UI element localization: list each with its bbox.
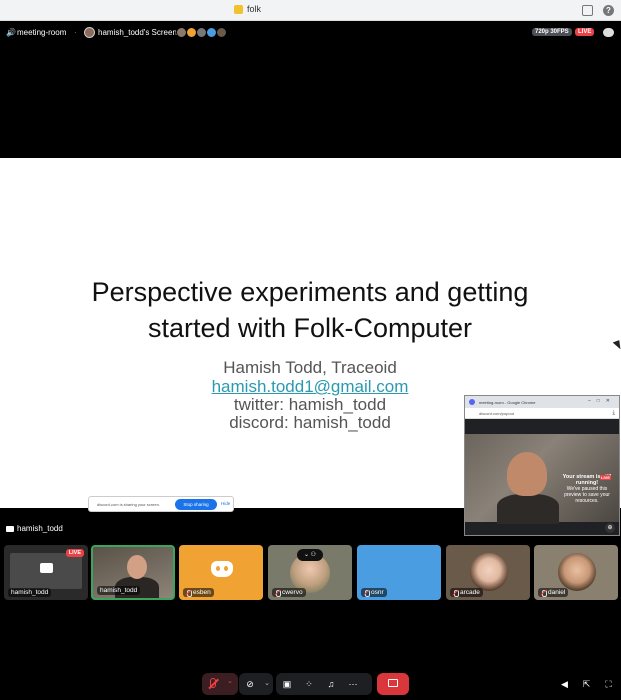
participant-tile-arcade[interactable]: arcade — [446, 545, 530, 600]
slide-email-link: hamish.todd1@gmail.com — [211, 377, 409, 396]
popout-live-badge: LIVE — [600, 475, 611, 480]
mic-muted-icon — [453, 589, 459, 597]
tile-name: hamish_todd — [97, 586, 141, 595]
folk-app-icon — [234, 4, 243, 14]
participant-tile-cwervo[interactable]: ⌄ ⚇ cwervo — [268, 545, 352, 600]
tile-name: esben — [183, 588, 214, 597]
participant-tile-hamish[interactable]: hamish_todd — [91, 545, 175, 600]
help-icon[interactable]: ? — [603, 5, 614, 16]
window-title: folk — [234, 4, 261, 14]
share-notice-text: discord.com is sharing your screen. — [97, 501, 160, 507]
slide-twitter: twitter: hamish_todd — [233, 395, 387, 414]
tile-name-text: hamish_todd — [11, 589, 49, 596]
viewer-avatars[interactable] — [176, 27, 227, 38]
end-stream-icon — [388, 679, 398, 687]
participant-tile-osnr[interactable]: osnr — [357, 545, 441, 600]
camera-options-caret[interactable]: ⌄ — [261, 673, 273, 695]
person-face — [507, 452, 547, 496]
popout-url: discord.com/popout — [479, 410, 514, 416]
participant-tile-daniel[interactable]: daniel — [534, 545, 618, 600]
mouse-cursor-icon — [612, 340, 621, 351]
mic-muted-icon — [541, 589, 547, 597]
slide-discord: discord: hamish_todd — [229, 413, 391, 432]
popout-stream-preview: Your stream is still running! We've paus… — [465, 434, 619, 524]
avatar — [558, 553, 596, 591]
speaker-icon: 🔊 — [6, 28, 16, 37]
popout-url-bar: discord.com/popout ⤓ — [465, 408, 619, 419]
camera-control-group: ⊘ ⌄ — [239, 673, 273, 695]
tile-name-text: arcade — [460, 589, 480, 596]
screen-share-notice: discord.com is sharing your screen. Stop… — [88, 496, 234, 512]
stream-quality-badge: 720p 30FPS — [532, 28, 572, 36]
camera-off-icon[interactable]: ⊘ — [239, 673, 261, 695]
popout-window[interactable]: meeting-room - Google Chrome –□✕ discord… — [464, 395, 620, 536]
tile-options-icon[interactable]: ⌄ ⚇ — [297, 549, 323, 561]
activity-control-group: ▣ ⁘ ♫ ⋯ — [276, 673, 372, 695]
screen-share-icon — [40, 563, 53, 573]
zoom-icon[interactable]: ⊕ — [605, 523, 615, 533]
stop-sharing-button[interactable]: Stop sharing — [175, 499, 217, 510]
title-bar: folk ? — [0, 0, 621, 21]
slide-author: Hamish Todd, Traceoid — [223, 358, 397, 377]
viewer-avatar — [216, 27, 227, 38]
popout-titlebar: meeting-room - Google Chrome –□✕ — [465, 396, 619, 408]
tile-name: arcade — [450, 588, 483, 597]
window-title-text: folk — [247, 4, 262, 14]
hide-button[interactable]: Hide — [221, 501, 230, 506]
tile-name: hamish_todd — [8, 588, 52, 597]
stream-header: 🔊 meeting-room · hamish_todd's Screen 72… — [0, 22, 621, 44]
popout-title: meeting-room - Google Chrome — [479, 399, 536, 405]
header-separator: · — [74, 28, 77, 37]
window-controls[interactable]: –□✕ — [588, 398, 616, 404]
mic-options-caret[interactable]: ⌄ — [227, 677, 233, 685]
channel-name[interactable]: meeting-room — [17, 28, 66, 37]
tile-name: daniel — [538, 588, 569, 597]
mic-muted-icon — [364, 589, 370, 597]
slide-title-line2: started with Folk-Computer — [147, 313, 473, 343]
discord-icon — [469, 399, 475, 405]
chat-icon[interactable] — [603, 28, 614, 37]
stream-label-text: hamish_todd — [17, 524, 63, 533]
screen-icon — [6, 525, 14, 532]
app-window: folk ? 🔊 meeting-room · hamish_todd's Sc… — [0, 0, 621, 700]
screen-share-button[interactable]: ▣ — [276, 673, 298, 695]
tile-name-text: hamish_todd — [100, 587, 138, 594]
owner-avatar — [84, 27, 95, 38]
mic-muted-icon — [275, 589, 281, 597]
slide-title-line1: Perspective experiments and getting — [91, 277, 529, 307]
person-face — [127, 555, 147, 579]
tile-name: cwervo — [272, 588, 306, 597]
end-stream-button[interactable] — [377, 673, 409, 695]
stream-owner: hamish_todd's Screen — [98, 28, 177, 37]
mic-muted-icon — [186, 589, 192, 597]
tile-name-text: cwervo — [282, 589, 303, 596]
tile-live-badge: LIVE — [65, 549, 84, 557]
participant-tile-stream[interactable]: LIVE hamish_todd — [4, 545, 88, 600]
popout-icon[interactable]: ⇱ — [581, 679, 592, 690]
slide-title: Perspective experiments and getting star… — [40, 274, 580, 346]
live-badge: LIVE — [575, 28, 595, 36]
fullscreen-icon[interactable]: ⛶ — [603, 679, 614, 690]
tile-name-text: daniel — [548, 589, 566, 596]
discord-logo-icon — [211, 561, 233, 577]
tile-name-text: esben — [193, 589, 211, 596]
inbox-icon[interactable] — [582, 5, 593, 16]
soundboard-button[interactable]: ♫ — [320, 673, 342, 695]
activities-button[interactable]: ⁘ — [298, 673, 320, 695]
download-icon[interactable]: ⤓ — [612, 410, 615, 417]
mute-mic-button[interactable]: ⌄ — [202, 673, 238, 695]
stream-label: hamish_todd — [6, 524, 63, 533]
paused-msg-line: resources. — [575, 498, 599, 504]
more-options-button[interactable]: ⋯ — [342, 673, 364, 695]
volume-icon[interactable]: ◀ — [559, 679, 570, 690]
tile-name: osnr — [361, 588, 387, 597]
person-body — [497, 494, 559, 524]
avatar — [470, 553, 508, 591]
tile-name-text: osnr — [371, 589, 384, 596]
participant-tile-esben[interactable]: esben — [179, 545, 263, 600]
